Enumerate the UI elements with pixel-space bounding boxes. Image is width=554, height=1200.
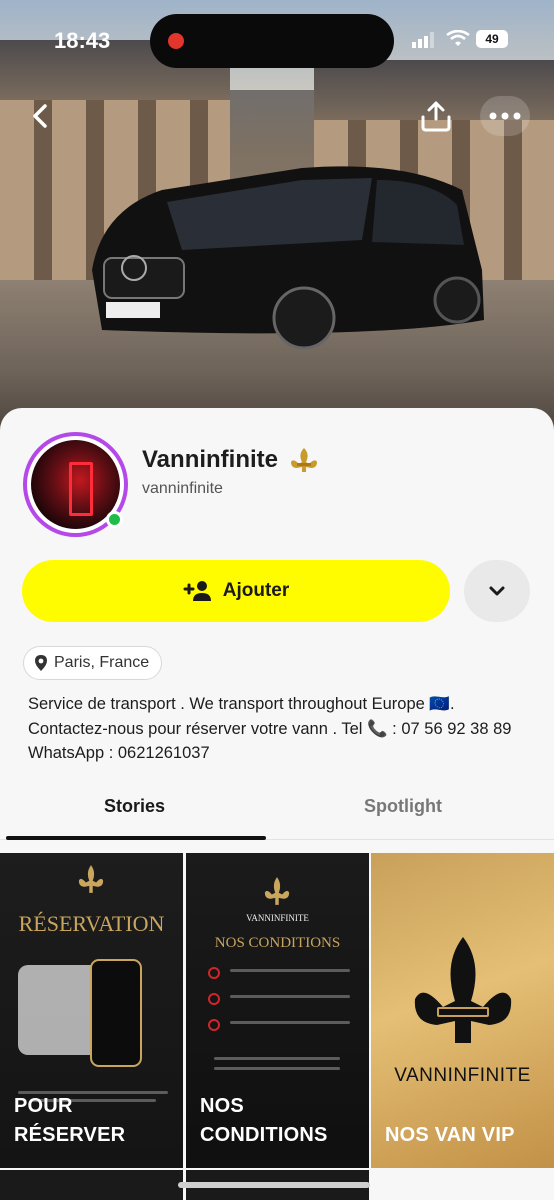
wifi-icon bbox=[446, 30, 470, 46]
status-bar: 18:43 49 bbox=[0, 0, 554, 80]
add-friend-button[interactable]: Ajouter bbox=[22, 560, 450, 622]
fleur-de-lis-icon bbox=[414, 937, 512, 1043]
fleur-de-lis-icon bbox=[264, 877, 290, 905]
prohibited-icon bbox=[208, 967, 220, 979]
text-line-graphic bbox=[230, 1021, 350, 1024]
status-time: 18:43 bbox=[54, 28, 111, 53]
stories-grid: RÉSERVATION POUR RÉSERVER VANNINFINITE N… bbox=[0, 853, 554, 1200]
text-line-graphic bbox=[230, 995, 350, 998]
story-tile-next[interactable] bbox=[0, 1170, 183, 1200]
text-line-graphic bbox=[214, 1067, 340, 1070]
profile-name: Vanninfinite bbox=[142, 446, 279, 473]
story-title: NOS CONDITIONS bbox=[214, 935, 341, 951]
add-friend-label: Ajouter bbox=[222, 580, 290, 601]
story-tile-conditions[interactable]: VANNINFINITE NOS CONDITIONS NOS CONDITIO… bbox=[186, 853, 369, 1168]
story-caption: NOS CONDITIONS bbox=[200, 1092, 328, 1150]
fleur-de-lis-emoji-icon bbox=[291, 448, 317, 472]
story-tile-reservation[interactable]: RÉSERVATION POUR RÉSERVER bbox=[0, 853, 183, 1168]
chevron-left-icon bbox=[33, 104, 47, 128]
text-line-graphic bbox=[214, 1057, 340, 1060]
add-friend-icon bbox=[183, 581, 211, 601]
phone-graphic bbox=[90, 959, 142, 1067]
chevron-down-icon bbox=[489, 586, 505, 596]
location-chip[interactable]: Paris, France bbox=[23, 646, 163, 680]
story-tile-van-vip[interactable]: VANNINFINITE NOS VAN VIP bbox=[371, 853, 554, 1168]
caption-line: NOS VAN VIP bbox=[385, 1124, 515, 1146]
prohibited-icon bbox=[208, 993, 220, 1005]
more-icon bbox=[489, 112, 521, 120]
profile-dropdown-button[interactable] bbox=[464, 560, 530, 622]
fleur-de-lis-icon bbox=[78, 865, 104, 893]
signal-icon bbox=[412, 32, 434, 48]
home-indicator[interactable] bbox=[178, 1182, 370, 1188]
recording-indicator-icon bbox=[168, 33, 184, 49]
content-tabs: Stories Spotlight bbox=[0, 796, 554, 844]
profile-handle: vanninfinite bbox=[142, 480, 223, 497]
story-caption: POUR RÉSERVER bbox=[14, 1092, 125, 1150]
caption-line: RÉSERVER bbox=[14, 1124, 126, 1146]
online-status-dot bbox=[106, 511, 123, 528]
more-options-button[interactable] bbox=[480, 96, 530, 136]
tab-spotlight[interactable]: Spotlight bbox=[364, 796, 442, 817]
text-line-graphic bbox=[230, 969, 350, 972]
story-brand: VANNINFINITE bbox=[394, 1065, 531, 1086]
bio-line: WhatsApp : 0621261037 bbox=[28, 744, 210, 762]
back-button[interactable] bbox=[20, 96, 60, 136]
location-label: Paris, France bbox=[54, 654, 150, 671]
story-brand: VANNINFINITE bbox=[246, 913, 309, 923]
bio-line: Contactez-nous pour réserver votre vann … bbox=[28, 719, 512, 738]
caption-line: CONDITIONS bbox=[200, 1124, 328, 1146]
grid-spacer bbox=[371, 1170, 554, 1200]
story-caption: NOS VAN VIP bbox=[385, 1121, 515, 1150]
battery-icon: 49 bbox=[476, 30, 508, 48]
share-button[interactable] bbox=[416, 96, 456, 136]
active-tab-indicator bbox=[6, 836, 266, 840]
dynamic-island bbox=[150, 14, 394, 68]
tab-stories[interactable]: Stories bbox=[104, 796, 165, 817]
bio-line: Service de transport . We transport thro… bbox=[28, 695, 455, 713]
van-illustration bbox=[92, 166, 484, 350]
caption-line: POUR bbox=[14, 1095, 73, 1117]
caption-line: NOS bbox=[200, 1095, 244, 1117]
prohibited-icon bbox=[208, 1019, 220, 1031]
location-pin-icon bbox=[35, 655, 47, 671]
share-icon bbox=[421, 101, 451, 132]
profile-bio: Service de transport . We transport thro… bbox=[28, 692, 543, 766]
story-title: RÉSERVATION bbox=[18, 911, 165, 936]
